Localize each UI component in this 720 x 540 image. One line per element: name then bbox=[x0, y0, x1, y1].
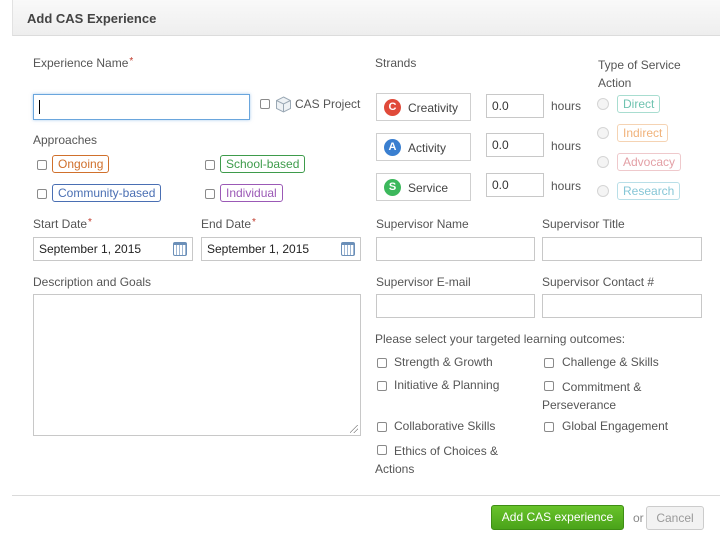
service-action-direct-radio[interactable] bbox=[597, 98, 609, 110]
creativity-hours-unit: hours bbox=[551, 99, 582, 113]
outcome-collaborative-skills-checkbox[interactable] bbox=[377, 422, 387, 432]
calendar-icon[interactable] bbox=[173, 242, 187, 256]
strands-label: Strands bbox=[375, 56, 417, 70]
supervisor-title-label: Supervisor Title bbox=[542, 217, 625, 231]
experience-name-label: Experience Name* bbox=[33, 56, 134, 70]
supervisor-title-input[interactable] bbox=[542, 237, 702, 261]
creativity-hours-input[interactable]: 0.0 bbox=[486, 94, 544, 118]
supervisor-contact-label: Supervisor Contact # bbox=[542, 275, 655, 289]
strand-service: S Service bbox=[376, 173, 471, 201]
approach-individual-tag: Individual bbox=[220, 184, 283, 202]
service-action-advocacy-radio[interactable] bbox=[597, 156, 609, 168]
outcome-ethics-choices-label: Ethics of Choices & Actions bbox=[375, 444, 499, 476]
approach-ongoing-tag: Ongoing bbox=[52, 155, 110, 173]
end-date-label: End Date* bbox=[201, 217, 256, 231]
dialog-title: Add CAS Experience bbox=[27, 11, 157, 26]
outcome-challenge-skills-checkbox[interactable] bbox=[544, 358, 554, 368]
outcome-commitment-perseverance-label: Commitment & Perseverance bbox=[542, 380, 642, 412]
approach-school-based-checkbox[interactable] bbox=[205, 160, 215, 170]
service-action-research-tag: Research bbox=[617, 182, 681, 200]
activity-icon: A bbox=[384, 139, 401, 156]
resize-handle-icon[interactable] bbox=[350, 425, 358, 433]
outcome-strength-growth-checkbox[interactable] bbox=[377, 358, 387, 368]
service-action-label: Type of Service Action bbox=[598, 58, 681, 90]
cas-project-checkbox[interactable] bbox=[260, 99, 270, 109]
outcome-challenge-skills-label: Challenge & Skills bbox=[562, 355, 659, 369]
strand-service-label: Service bbox=[408, 181, 449, 195]
supervisor-email-input[interactable] bbox=[376, 294, 535, 318]
footer-divider bbox=[12, 495, 720, 496]
service-action-advocacy-tag: Advocacy bbox=[617, 153, 682, 171]
supervisor-contact-input[interactable] bbox=[542, 294, 702, 318]
cancel-button[interactable]: Cancel bbox=[646, 506, 704, 530]
outcome-collaborative-skills-label: Collaborative Skills bbox=[394, 419, 496, 433]
service-action-indirect-tag: Indirect bbox=[617, 124, 669, 142]
approach-school-based-tag: School-based bbox=[220, 155, 306, 173]
service-action-research-radio[interactable] bbox=[597, 185, 609, 197]
approaches-label: Approaches bbox=[33, 133, 98, 147]
cas-project-label: CAS Project bbox=[295, 97, 361, 111]
calendar-icon[interactable] bbox=[341, 242, 355, 256]
start-date-label: Start Date* bbox=[33, 217, 92, 231]
dialog-header: Add CAS Experience bbox=[12, 0, 720, 36]
service-action-direct-tag: Direct bbox=[617, 95, 661, 113]
service-hours-unit: hours bbox=[551, 179, 582, 193]
supervisor-name-input[interactable] bbox=[376, 237, 535, 261]
text-caret bbox=[39, 99, 40, 114]
strand-creativity: C Creativity bbox=[376, 93, 471, 121]
activity-hours-input[interactable]: 0.0 bbox=[486, 133, 544, 157]
service-hours-input[interactable]: 0.0 bbox=[486, 173, 544, 197]
supervisor-name-label: Supervisor Name bbox=[376, 217, 469, 231]
outcome-strength-growth-label: Strength & Growth bbox=[394, 355, 493, 369]
description-textarea[interactable] bbox=[33, 294, 361, 436]
approach-individual-checkbox[interactable] bbox=[205, 189, 215, 199]
service-icon: S bbox=[384, 179, 401, 196]
cube-icon bbox=[276, 96, 291, 113]
approach-community-based-checkbox[interactable] bbox=[37, 189, 47, 199]
activity-hours-unit: hours bbox=[551, 139, 582, 153]
or-text: or bbox=[633, 511, 644, 525]
creativity-icon: C bbox=[384, 99, 401, 116]
approach-ongoing-checkbox[interactable] bbox=[37, 160, 47, 170]
experience-name-input[interactable] bbox=[33, 94, 250, 120]
strand-activity-label: Activity bbox=[408, 141, 447, 155]
learning-outcomes-label: Please select your targeted learning out… bbox=[375, 332, 626, 346]
outcome-initiative-planning-label: Initiative & Planning bbox=[394, 378, 500, 392]
outcome-global-engagement-checkbox[interactable] bbox=[544, 422, 554, 432]
strand-creativity-label: Creativity bbox=[408, 101, 459, 115]
approach-community-based-tag: Community-based bbox=[52, 184, 162, 202]
service-action-indirect-radio[interactable] bbox=[597, 127, 609, 139]
description-label: Description and Goals bbox=[33, 275, 152, 289]
add-cas-experience-button[interactable]: Add CAS experience bbox=[491, 505, 624, 530]
strand-activity: A Activity bbox=[376, 133, 471, 161]
start-date-input[interactable]: September 1, 2015 bbox=[33, 237, 193, 261]
supervisor-email-label: Supervisor E-mail bbox=[376, 275, 471, 289]
outcome-global-engagement-label: Global Engagement bbox=[562, 419, 669, 433]
outcome-initiative-planning-checkbox[interactable] bbox=[377, 381, 387, 391]
end-date-input[interactable]: September 1, 2015 bbox=[201, 237, 361, 261]
